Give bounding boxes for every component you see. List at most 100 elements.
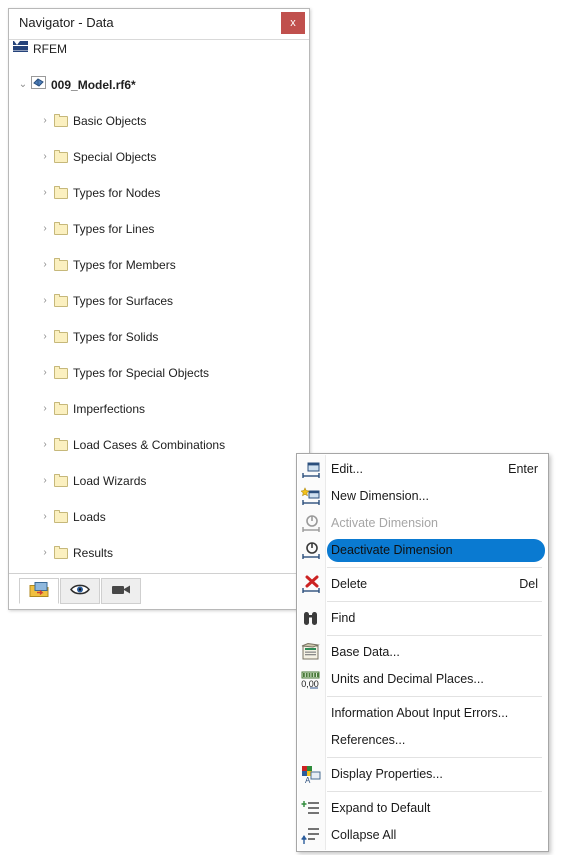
menu-item-references[interactable]: References... (297, 727, 548, 754)
tree-root[interactable]: RFEM (9, 40, 309, 58)
tree-folder-10[interactable]: › Load Wizards (9, 472, 309, 490)
tree-folder-11[interactable]: › Loads (9, 508, 309, 526)
find-icon (301, 609, 321, 628)
tree-folder-12-label: Results (73, 546, 114, 560)
menu-separator (327, 791, 542, 792)
folder-icon (53, 508, 69, 526)
menu-item-collapse-all[interactable]: Collapse All (297, 822, 548, 849)
folder-icon (53, 364, 69, 382)
tree-folder-12[interactable]: › Results (9, 544, 309, 562)
folder-icon (53, 220, 69, 238)
folder-icon (53, 112, 69, 130)
chevron-right-icon[interactable]: › (39, 472, 51, 490)
menu-separator (327, 635, 542, 636)
chevron-right-icon[interactable]: › (39, 364, 51, 382)
menu-item-label: Activate Dimension (331, 516, 438, 530)
chevron-right-icon[interactable]: › (39, 256, 51, 274)
tree-folder-0[interactable]: › Basic Objects (9, 112, 309, 130)
menu-item-shortcut: Del (519, 577, 538, 591)
chevron-right-icon[interactable]: › (39, 292, 51, 310)
menu-item-label: Delete (331, 577, 368, 591)
tree-folder-6-label: Types for Solids (73, 330, 159, 344)
menu-item-expand-to-default[interactable]: Expand to Default (297, 795, 548, 822)
folder-icon (53, 148, 69, 166)
tree-folder-9[interactable]: › Load Cases & Combinations (9, 436, 309, 454)
chevron-down-icon[interactable]: ⌄ (17, 76, 29, 94)
menu-item-display-properties[interactable]: A Display Properties... (297, 761, 548, 788)
chevron-right-icon[interactable]: › (39, 544, 51, 562)
menu-item-activate-dimension: Activate Dimension (297, 510, 548, 537)
menu-item-find[interactable]: Find (297, 605, 548, 632)
expand-icon (301, 799, 321, 818)
tree-folder-3[interactable]: › Types for Lines (9, 220, 309, 238)
menu-item-label: Collapse All (331, 828, 397, 842)
rfem-logo-icon (13, 40, 29, 58)
tree-folder-10-label: Load Wizards (73, 474, 147, 488)
base-data-icon (301, 642, 321, 662)
tree-folder-8-label: Imperfections (73, 402, 146, 416)
navigator-data-icon (29, 582, 49, 601)
display-properties-icon: A (301, 765, 321, 785)
menu-item-label: Find (331, 611, 356, 625)
units-decimal-icon: 0,00 (301, 670, 321, 689)
menu-separator (327, 601, 542, 602)
menu-item-base-data[interactable]: Base Data... (297, 639, 548, 666)
svg-text:A: A (305, 776, 311, 784)
tree-folder-5[interactable]: › Types for Surfaces (9, 292, 309, 310)
chevron-right-icon[interactable]: › (39, 112, 51, 130)
folder-icon (53, 292, 69, 310)
tab-views[interactable] (101, 578, 141, 604)
menu-item-edit[interactable]: Edit... Enter (297, 456, 548, 483)
eye-icon (70, 583, 90, 600)
menu-item-shortcut: Enter (508, 462, 538, 476)
tree-model[interactable]: ⌄ 009_Model.rf6* (9, 76, 309, 94)
folder-icon (53, 436, 69, 454)
tree-folder-6[interactable]: › Types for Solids (9, 328, 309, 346)
context-menu[interactable]: Edit... Enter New Dimension... Activate Dim… (296, 453, 549, 852)
menu-item-label: New Dimension... (331, 489, 429, 503)
tree-folder-2[interactable]: › Types for Nodes (9, 184, 309, 202)
navigator-tabstrip (9, 573, 309, 609)
menu-item-label: Edit... (331, 462, 363, 476)
menu-item-label: Deactivate Dimension (331, 543, 453, 557)
menu-item-new-dimension[interactable]: New Dimension... (297, 483, 548, 510)
tree-folder-1-label: Special Objects (73, 150, 157, 164)
tree-model-label: 009_Model.rf6* (51, 78, 136, 92)
tree-folder-8[interactable]: › Imperfections (9, 400, 309, 418)
tab-display[interactable] (60, 578, 100, 604)
tree-folder-3-label: Types for Lines (73, 222, 155, 236)
tree-folder-5-label: Types for Surfaces (73, 294, 174, 308)
tree-folder-0-label: Basic Objects (73, 114, 147, 128)
chevron-right-icon[interactable]: › (39, 436, 51, 454)
menu-item-units-and-decimal-places[interactable]: 0,00 Units and Decimal Places... (297, 666, 548, 693)
menu-item-information-about-input-errors[interactable]: Information About Input Errors... (297, 700, 548, 727)
menu-item-label: Units and Decimal Places... (331, 672, 484, 686)
model-file-icon (31, 76, 47, 94)
tab-data[interactable] (19, 578, 59, 604)
navigator-panel: Navigator - Data x RFEM ⌄ 009_Model.rf6* › B… (8, 8, 310, 610)
chevron-right-icon[interactable]: › (39, 400, 51, 418)
chevron-right-icon[interactable]: › (39, 508, 51, 526)
close-icon[interactable]: x (281, 12, 305, 34)
chevron-right-icon[interactable]: › (39, 220, 51, 238)
menu-item-delete[interactable]: Delete Del (297, 571, 548, 598)
tree-folder-11-label: Loads (73, 510, 106, 524)
chevron-right-icon[interactable]: › (39, 184, 51, 202)
tree-folder-4[interactable]: › Types for Members (9, 256, 309, 274)
tree-folder-1[interactable]: › Special Objects (9, 148, 309, 166)
tree-folder-4-label: Types for Members (73, 258, 176, 272)
tree-folder-7[interactable]: › Types for Special Objects (9, 364, 309, 382)
folder-icon (53, 400, 69, 418)
activate-dimension-icon (301, 514, 321, 533)
menu-separator (327, 757, 542, 758)
tree-root-label: RFEM (33, 42, 67, 56)
menu-item-label: Information About Input Errors... (331, 706, 509, 720)
folder-icon (53, 472, 69, 490)
panel-titlebar: Navigator - Data x (9, 9, 309, 40)
menu-item-deactivate-dimension[interactable]: Deactivate Dimension (297, 537, 548, 564)
chevron-right-icon[interactable]: › (39, 328, 51, 346)
folder-icon (53, 544, 69, 562)
tree-folder-2-label: Types for Nodes (73, 186, 161, 200)
navigator-tree[interactable]: RFEM ⌄ 009_Model.rf6* › Basic Objects › Specia… (9, 40, 309, 573)
chevron-right-icon[interactable]: › (39, 148, 51, 166)
